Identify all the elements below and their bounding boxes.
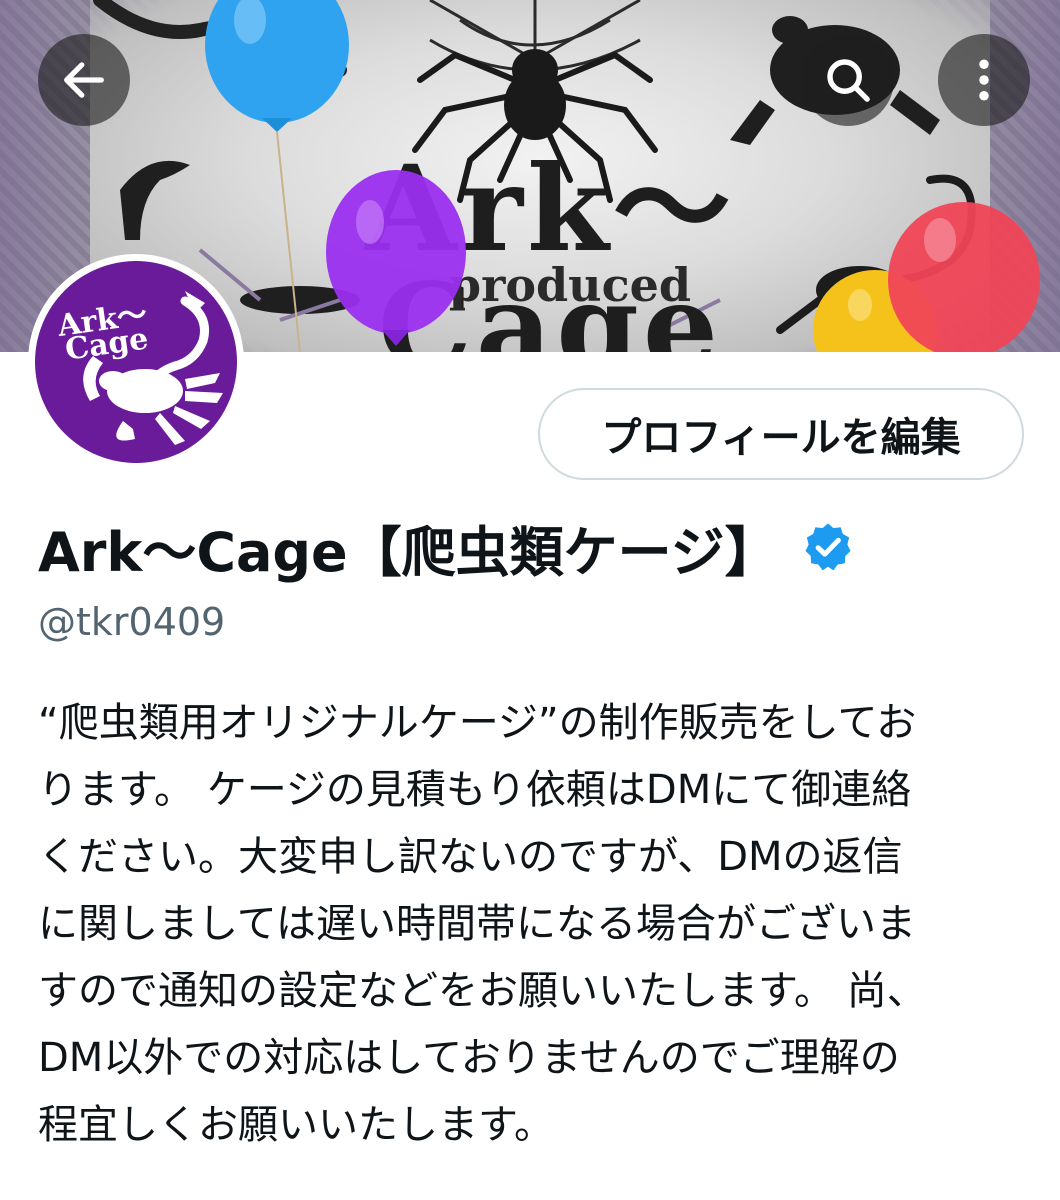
bio-line: に関しましては遅い時間帯になる場合がございま xyxy=(38,901,916,947)
more-vertical-icon xyxy=(979,59,989,101)
bio-line: “爬虫類用オリジナルケージ”の制作販売をしてお xyxy=(38,700,917,746)
more-button[interactable] xyxy=(938,34,1030,126)
bio-line: 程宜しくお願いいたします。 xyxy=(38,1102,554,1148)
scorpion-logo-icon xyxy=(83,291,223,445)
purple-balloon-icon xyxy=(326,170,466,346)
arrow-left-icon xyxy=(64,62,104,98)
bio-line: DM以外での対応はしておりませんのでご理解の xyxy=(38,1035,900,1081)
bio-line: ください。大変申し訳ないのですが、DMの返信 xyxy=(38,834,903,880)
verified-badge-icon[interactable] xyxy=(801,520,855,574)
display-name: Ark～Cage【爬虫類ケージ】 xyxy=(38,520,779,584)
search-button[interactable] xyxy=(802,34,894,126)
avatar-image: Ark～ Cage xyxy=(35,261,237,463)
profile-avatar[interactable]: Ark～ Cage xyxy=(28,254,244,470)
profile-bio: “爬虫類用オリジナルケージ”の制作販売をしてお ります。 ケージの見積もり依頼は… xyxy=(38,690,1038,1159)
bio-line: ります。 ケージの見積もり依頼はDMにて御連絡 xyxy=(38,767,912,813)
profile-handle: @tkr0409 xyxy=(38,600,226,644)
edit-profile-button[interactable]: プロフィールを編集 xyxy=(538,388,1024,480)
bio-line: すので通知の設定などをお願いいたします。 尚、 xyxy=(38,968,927,1014)
red-balloon-icon xyxy=(888,202,1040,352)
back-button[interactable] xyxy=(38,34,130,126)
search-icon xyxy=(827,59,870,102)
display-name-row: Ark～Cage【爬虫類ケージ】 xyxy=(38,512,855,584)
